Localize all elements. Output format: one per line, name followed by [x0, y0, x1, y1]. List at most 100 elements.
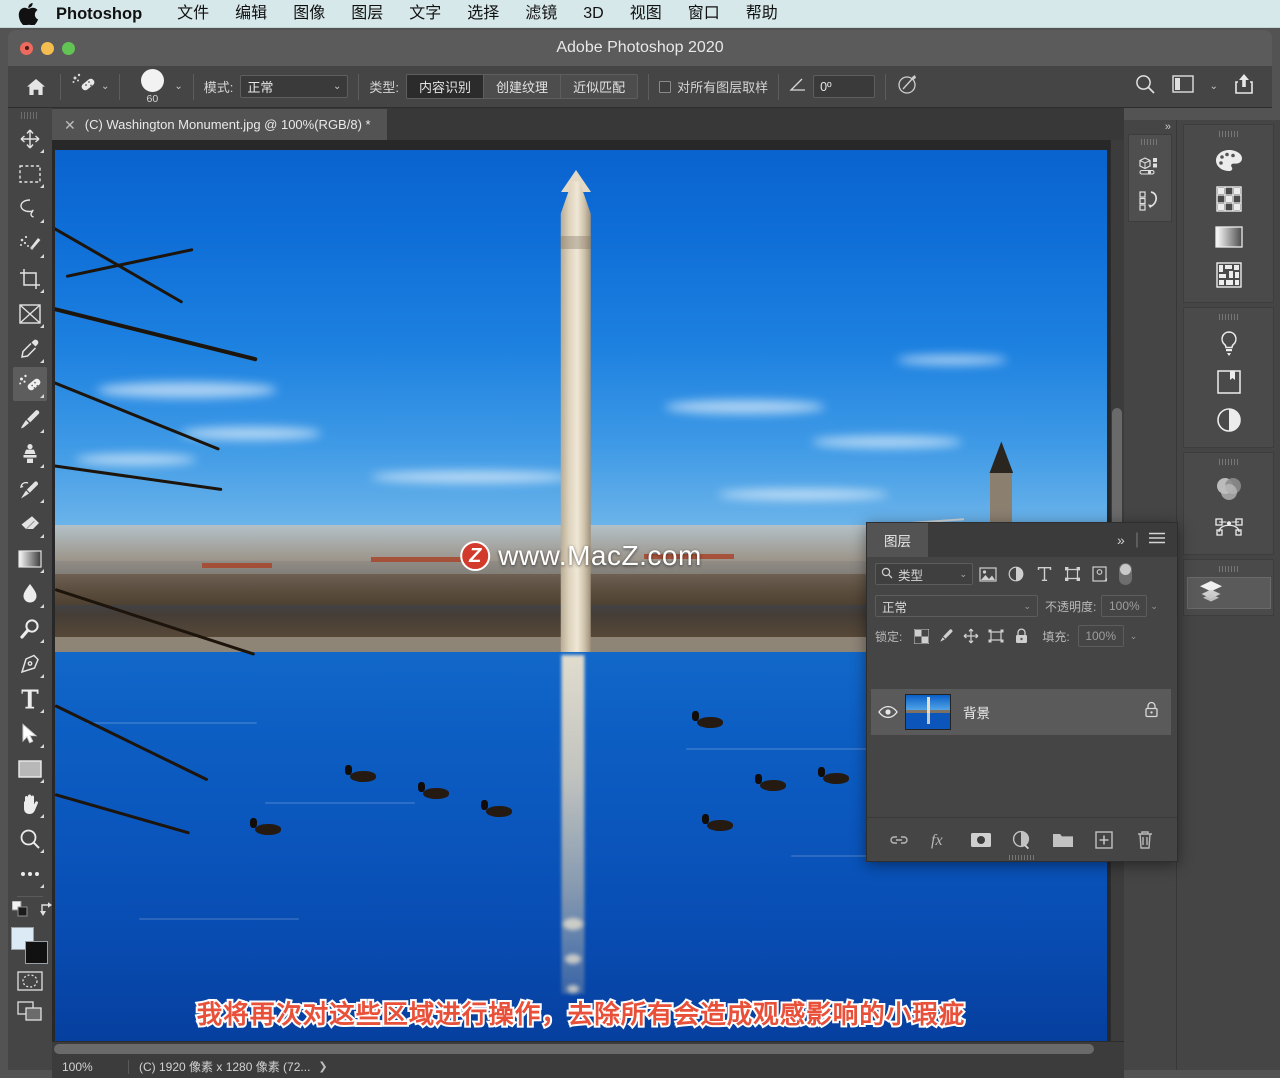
lock-position-icon[interactable] [960, 625, 982, 647]
pressure-for-size-icon[interactable] [896, 73, 920, 100]
filter-type-icon[interactable] [1031, 562, 1057, 586]
eye-icon[interactable] [871, 689, 905, 735]
default-colors-icon[interactable] [11, 900, 28, 922]
delete-layer-icon[interactable] [1133, 828, 1157, 852]
menu-item-select[interactable]: 选择 [454, 0, 512, 28]
apple-logo-icon[interactable] [18, 2, 38, 25]
chevron-right-icon[interactable]: ❯ [318, 1060, 327, 1073]
chevron-down-icon[interactable]: ⌄ [101, 81, 109, 92]
filter-smart-object-icon[interactable] [1087, 562, 1113, 586]
share-icon[interactable] [1234, 73, 1254, 100]
lock-artboard-icon[interactable] [985, 625, 1007, 647]
history-icon[interactable] [1129, 183, 1171, 217]
double-chevron-right-icon[interactable]: » [1165, 121, 1171, 133]
background-color-swatch[interactable] [25, 941, 48, 964]
panel-resize-grip[interactable] [1009, 855, 1035, 860]
adjustments-icon[interactable] [1207, 325, 1251, 363]
panel-grip[interactable] [21, 112, 39, 119]
patterns-icon[interactable] [1207, 256, 1251, 294]
filter-adjustment-icon[interactable] [1003, 562, 1029, 586]
brush-size-preview[interactable]: 60 [130, 68, 174, 106]
workspace-chevron-down-icon[interactable]: ⌄ [1210, 81, 1218, 92]
type-content-aware-button[interactable]: 内容识别 [407, 75, 485, 98]
panel-grip[interactable] [1218, 314, 1239, 320]
menu-item-layer[interactable]: 图层 [338, 0, 396, 28]
new-group-icon[interactable] [1051, 828, 1075, 852]
zoom-level[interactable]: 100% [62, 1060, 118, 1074]
rectangular-marquee-tool[interactable] [13, 157, 47, 191]
layer-mask-icon[interactable] [969, 828, 993, 852]
scrollbar-thumb[interactable] [54, 1044, 1094, 1054]
close-window-button[interactable] [20, 41, 33, 55]
new-layer-icon[interactable] [1092, 828, 1116, 852]
hand-tool[interactable] [13, 787, 47, 821]
eraser-tool[interactable] [13, 507, 47, 541]
opacity-chevron-down-icon[interactable]: ⌄ [1150, 601, 1158, 612]
maximize-window-button[interactable] [62, 41, 75, 55]
blur-tool[interactable] [13, 577, 47, 611]
canvas-horizontal-scrollbar[interactable] [52, 1041, 1124, 1055]
angle-input[interactable]: 0º [813, 75, 876, 98]
gradient-tool[interactable] [13, 542, 47, 576]
filter-pixel-icon[interactable] [975, 562, 1001, 586]
lock-image-pixels-icon[interactable] [935, 625, 957, 647]
menu-item-filter[interactable]: 滤镜 [512, 0, 570, 28]
menu-item-edit[interactable]: 编辑 [222, 0, 280, 28]
link-layers-icon[interactable] [887, 828, 911, 852]
fill-input[interactable]: 100% [1077, 625, 1124, 647]
brush-preset-chevron-down-icon[interactable]: ⌄ [174, 81, 182, 92]
menu-item-file[interactable]: 文件 [164, 0, 222, 28]
type-create-texture-button[interactable]: 创建纹理 [484, 75, 562, 98]
lock-transparent-pixels-icon[interactable] [910, 625, 932, 647]
type-tool[interactable] [13, 682, 47, 716]
libraries-icon[interactable] [1207, 363, 1251, 401]
brush-tool[interactable] [13, 402, 47, 436]
layer-name[interactable]: 背景 [963, 702, 990, 722]
path-selection-tool[interactable] [13, 717, 47, 751]
panel-menu-icon[interactable] [1149, 531, 1165, 549]
clone-stamp-tool[interactable] [13, 437, 47, 471]
close-icon[interactable]: ✕ [64, 118, 76, 132]
menu-app-name[interactable]: Photoshop [56, 0, 164, 28]
lock-all-icon[interactable] [1010, 625, 1032, 647]
panel-grip[interactable] [1218, 459, 1239, 465]
layer-style-fx-icon[interactable]: fx [928, 828, 952, 852]
3d-properties-icon[interactable] [1129, 149, 1171, 183]
menu-item-help[interactable]: 帮助 [733, 0, 791, 28]
tool-preset-picker[interactable]: ⌄ [71, 72, 109, 101]
menu-item-type[interactable]: 文字 [396, 0, 454, 28]
lock-icon[interactable] [1144, 701, 1159, 723]
menu-item-window[interactable]: 窗口 [675, 0, 733, 28]
home-icon[interactable] [22, 73, 50, 101]
document-tab[interactable]: ✕ (C) Washington Monument.jpg @ 100%(RGB… [52, 109, 387, 140]
pattern-grid-icon[interactable] [1207, 180, 1251, 218]
double-chevron-right-icon[interactable]: » [1117, 532, 1125, 548]
minimize-window-button[interactable] [41, 41, 54, 55]
angle-control[interactable]: 0º [789, 75, 876, 98]
zoom-tool[interactable] [13, 822, 47, 856]
table-row[interactable]: 背景 [871, 689, 1171, 735]
menu-item-view[interactable]: 视图 [617, 0, 675, 28]
menu-item-3d[interactable]: 3D [570, 0, 616, 28]
spot-healing-brush-tool[interactable] [13, 367, 47, 401]
rectangle-tool[interactable] [13, 752, 47, 786]
workspace-icon[interactable] [1171, 75, 1194, 98]
opacity-input[interactable]: 100% [1101, 595, 1148, 617]
move-tool[interactable] [13, 122, 47, 156]
tab-layers[interactable]: 图层 [867, 523, 928, 557]
filter-shape-icon[interactable] [1059, 562, 1085, 586]
history-brush-tool[interactable] [13, 472, 47, 506]
dodge-tool[interactable] [13, 612, 47, 646]
blend-mode-select[interactable]: 正常 ⌄ [240, 75, 349, 98]
filter-enable-toggle[interactable] [1119, 563, 1132, 585]
gradients-icon[interactable] [1207, 218, 1251, 256]
layers-panel-button[interactable] [1186, 577, 1271, 609]
menu-item-image[interactable]: 图像 [280, 0, 338, 28]
color-swatches-icon[interactable] [1207, 142, 1251, 180]
type-proximity-match-button[interactable]: 近似匹配 [561, 75, 638, 98]
scrollbar-thumb[interactable] [1112, 408, 1122, 538]
color-swatches[interactable] [10, 926, 50, 966]
fill-chevron-down-icon[interactable]: ⌄ [1130, 631, 1138, 642]
eyedropper-tool[interactable] [13, 332, 47, 366]
crop-tool[interactable] [13, 262, 47, 296]
